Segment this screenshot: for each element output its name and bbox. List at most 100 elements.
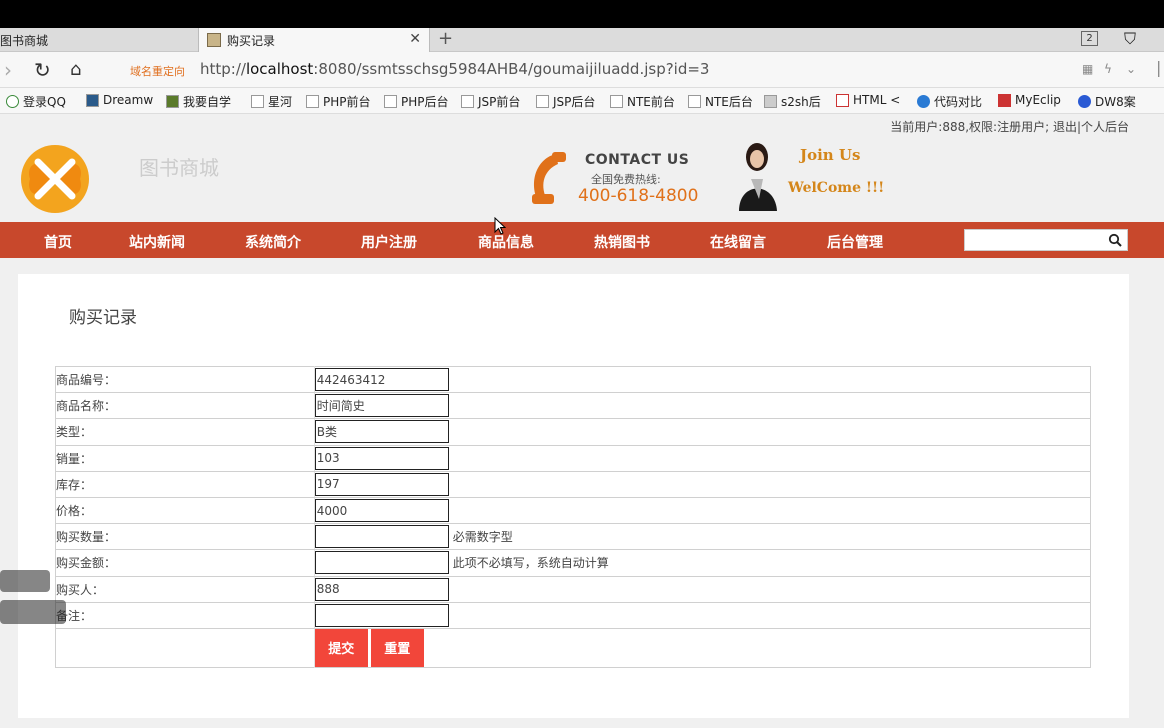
button-cell: 提交 重置	[313, 628, 1091, 668]
bookmark-item[interactable]: DW8案	[1078, 93, 1136, 110]
form-row: 类型：	[55, 418, 1091, 446]
qr-code-icon[interactable]: ▦	[1082, 62, 1093, 76]
bookmark-item[interactable]: Dreamw	[86, 93, 153, 107]
page-icon	[306, 95, 319, 108]
form-row: 价格：	[55, 497, 1091, 525]
bookmark-item[interactable]: 星河	[251, 93, 292, 110]
bookmark-item[interactable]: HTML <	[836, 93, 900, 107]
field-label: 购买金额：	[55, 549, 315, 577]
html-icon	[836, 93, 849, 107]
refresh-icon[interactable]: ↻	[34, 58, 51, 82]
web-page: 当前用户:888,权限:注册用户; 退出|个人后台 图书商城 CONTACT U…	[0, 114, 1164, 728]
nav-products[interactable]: 商品信息	[478, 232, 534, 252]
url-path: :8080/ssmtsschsg5984AHB4/goumaijiluadd.j…	[313, 60, 710, 78]
form-row: 购买数量： 必需数字型	[55, 523, 1091, 551]
bookmark-item[interactable]: JSP前台	[461, 93, 520, 110]
nav-messages[interactable]: 在线留言	[710, 232, 766, 252]
close-tab-icon[interactable]: ✕	[409, 31, 421, 47]
field-label: 备注：	[55, 602, 315, 629]
submit-button[interactable]: 提交	[314, 628, 368, 667]
bookmark-item[interactable]: s2sh后	[764, 93, 821, 110]
skin-icon[interactable]: ⛉	[1124, 29, 1136, 49]
watermark-icon	[0, 570, 66, 624]
reset-button[interactable]: 重置	[370, 628, 424, 667]
user-info-bar[interactable]: 当前用户:888,权限:注册用户; 退出|个人后台	[890, 118, 1129, 135]
site-logo-icon	[21, 145, 89, 213]
contact-phone: 400-618-4800	[578, 186, 699, 206]
baidu-icon	[1078, 95, 1091, 108]
field-label: 购买数量：	[55, 523, 315, 551]
home-icon[interactable]: ⌂	[70, 59, 81, 80]
nav-register[interactable]: 用户注册	[361, 232, 417, 252]
buyer-input[interactable]	[314, 577, 449, 601]
product-name-input[interactable]	[314, 394, 449, 418]
field-cell	[313, 366, 1091, 394]
field-label: 类型：	[55, 418, 315, 446]
field-label: 销量：	[55, 445, 315, 472]
price-input[interactable]	[314, 499, 449, 523]
sales-input[interactable]	[314, 446, 449, 470]
lightning-icon[interactable]: ϟ	[1104, 62, 1112, 76]
nav-about[interactable]: 系统简介	[245, 232, 301, 252]
bookmark-item[interactable]: 我要自学	[166, 93, 231, 110]
contact-title: CONTACT US	[585, 152, 690, 168]
main-nav: 首页 站内新闻 系统简介 用户注册 商品信息 热销图书 在线留言 后台管理	[0, 222, 1164, 258]
form-row: 销量：	[55, 445, 1091, 472]
url-host: localhost	[245, 60, 314, 78]
tab-purchase-record[interactable]: 购买记录 ✕	[198, 28, 430, 52]
myeclipse-icon	[998, 93, 1011, 107]
nav-admin[interactable]: 后台管理	[827, 232, 883, 252]
bookmark-item[interactable]: PHP前台	[306, 93, 371, 110]
chevron-down-icon[interactable]: ⌄	[1126, 62, 1136, 76]
search-icon[interactable]	[1108, 233, 1122, 247]
content-panel: 购买记录 商品编号： 商品名称： 类型： 销量： 库存：	[18, 274, 1129, 718]
quantity-input[interactable]	[314, 525, 449, 549]
contact-subtitle: 全国免费热线:	[591, 173, 661, 186]
nav-hot-books[interactable]: 热销图书	[594, 232, 650, 252]
bookmark-item[interactable]: 登录QQ	[6, 93, 66, 110]
tab-count-badge[interactable]: 2	[1081, 31, 1098, 46]
field-cell	[313, 576, 1091, 603]
field-cell	[313, 602, 1091, 629]
field-label: 购买人：	[55, 576, 315, 603]
category-input[interactable]	[314, 420, 449, 444]
qq-icon	[6, 95, 19, 108]
purchase-form: 商品编号： 商品名称： 类型： 销量： 库存： 价格：	[55, 366, 1091, 668]
join-us-text: Join Us	[800, 146, 861, 164]
field-label: 商品编号：	[55, 366, 315, 394]
url-input[interactable]: http://localhost:8080/ssmtsschsg5984AHB4…	[200, 60, 709, 78]
empty-cell	[56, 628, 315, 667]
field-cell: 此项不必填写，系统自动计算	[313, 549, 1091, 577]
form-row: 购买金额： 此项不必填写，系统自动计算	[55, 549, 1091, 577]
tab-strip: 图书商城 购买记录 ✕	[0, 28, 1164, 52]
tab-bookstore[interactable]: 图书商城	[0, 28, 196, 52]
telephone-icon	[532, 152, 566, 204]
page-icon	[384, 95, 397, 108]
nav-news[interactable]: 站内新闻	[129, 232, 185, 252]
stock-input[interactable]	[314, 472, 449, 496]
back-icon[interactable]: ›	[4, 58, 12, 82]
form-row: 库存：	[55, 471, 1091, 498]
bookmark-item[interactable]: JSP后台	[536, 93, 595, 110]
bookmark-item[interactable]: PHP后台	[384, 93, 449, 110]
model-avatar-icon	[739, 143, 777, 211]
form-row: 备注：	[55, 602, 1091, 629]
field-label: 商品名称：	[55, 392, 315, 420]
field-label: 库存：	[55, 471, 315, 498]
bookmarks-bar: 登录QQ Dreamw 我要自学 星河 PHP前台 PHP后台 JSP前台 JS…	[0, 88, 1164, 114]
bookmark-item[interactable]: MyEclip	[998, 93, 1061, 107]
remark-input[interactable]	[314, 603, 449, 627]
search-input[interactable]	[965, 230, 1105, 250]
page-title: 购买记录	[69, 308, 137, 328]
mouse-cursor-icon	[494, 217, 506, 235]
bookmark-item[interactable]: NTE后台	[688, 93, 753, 110]
amount-input[interactable]	[314, 551, 449, 575]
nav-home[interactable]: 首页	[44, 232, 72, 252]
bookmark-item[interactable]: 代码对比	[917, 93, 982, 110]
field-cell	[313, 471, 1091, 498]
field-cell	[313, 392, 1091, 420]
new-tab-button[interactable]: +	[438, 28, 453, 52]
product-id-input[interactable]	[314, 368, 449, 392]
bookmark-item[interactable]: NTE前台	[610, 93, 675, 110]
form-row: 购买人：	[55, 576, 1091, 603]
